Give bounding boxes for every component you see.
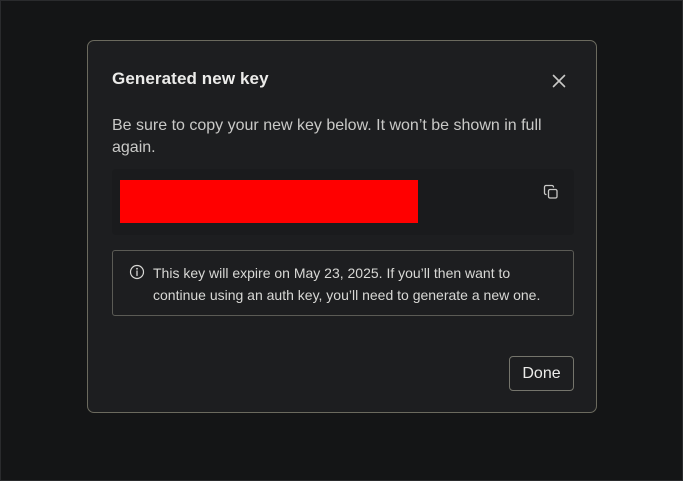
copy-icon — [543, 184, 558, 199]
close-button[interactable] — [547, 69, 571, 93]
key-field: [redacted] — [112, 169, 574, 235]
generated-key-dialog: Generated new key Be sure to copy your n… — [87, 40, 597, 413]
dialog-description: Be sure to copy your new key below. It w… — [112, 117, 542, 156]
dialog-title: Generated new key — [112, 69, 269, 88]
expiry-notice: This key will expire on May 23, 2025. If… — [112, 250, 574, 316]
copy-key-button[interactable] — [540, 181, 562, 203]
key-value-redacted[interactable]: [redacted] — [120, 180, 418, 223]
info-icon — [129, 264, 145, 280]
expiry-notice-text: This key will expire on May 23, 2025. If… — [153, 265, 541, 303]
close-icon — [552, 74, 566, 88]
done-button[interactable]: Done — [509, 356, 574, 391]
